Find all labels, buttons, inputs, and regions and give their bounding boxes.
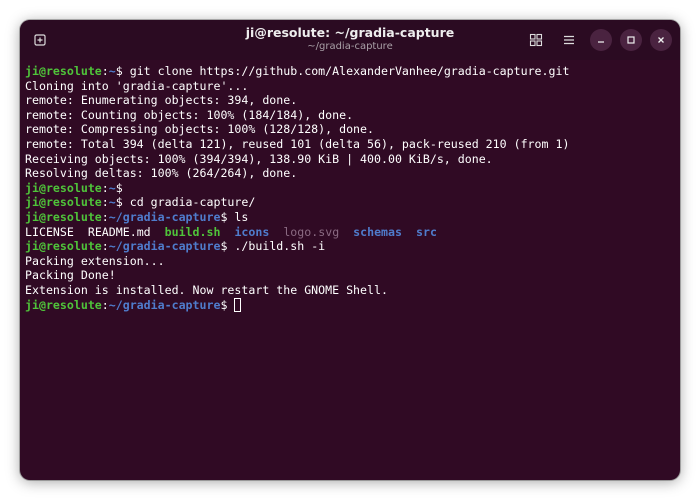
maximize-icon (627, 36, 635, 44)
file-license: LICENSE (25, 224, 74, 239)
prompt-user: ji@resolute (25, 64, 102, 78)
prompt-user: ji@resolute (25, 239, 102, 254)
command-text: ./build.sh -i (227, 239, 326, 254)
prompt-path: ~/gradia-capture (108, 239, 221, 254)
view-button[interactable] (525, 29, 547, 51)
close-icon (658, 37, 664, 43)
dir-icons: icons (234, 224, 270, 239)
output-line: remote: Enumerating objects: 394, done. (25, 93, 298, 108)
prompt-line: ji@resolute:~$ git clone https://github.… (25, 64, 570, 78)
prompt-line: ji@resolute:~/gradia-capture$ ./build.sh… (25, 239, 326, 254)
prompt-line: ji@resolute:~$ (25, 180, 123, 195)
command-text: ls (227, 209, 249, 224)
prompt-user: ji@resolute (25, 297, 102, 312)
prompt-path: ~/gradia-capture (108, 209, 221, 224)
command-text: git clone https://github.com/AlexanderVa… (122, 64, 570, 78)
file-logo: logo.svg (283, 224, 340, 239)
prompt-user: ji@resolute (25, 180, 102, 195)
window-subtitle: ~/gradia-capture (307, 41, 393, 52)
active-prompt-line[interactable]: ji@resolute:~/gradia-capture$ (25, 297, 680, 313)
hamburger-menu-icon (564, 35, 574, 45)
minimize-button[interactable] (590, 29, 612, 51)
header-bar: ji@resolute: ~/gradia-capture ~/gradia-c… (20, 20, 680, 60)
minimize-icon (598, 41, 604, 43)
prompt-user: ji@resolute (25, 195, 102, 210)
output-line: remote: Counting objects: 100% (184/184)… (25, 107, 354, 122)
file-build-script: build.sh (164, 224, 221, 239)
title-area: ji@resolute: ~/gradia-capture ~/gradia-c… (20, 25, 680, 53)
output-line: Packing extension... (25, 253, 165, 268)
prompt-line: ji@resolute:~$ cd gradia-capture/ (25, 195, 256, 210)
command-text: cd gradia-capture/ (122, 195, 256, 210)
file-readme: README.md (87, 224, 151, 239)
output-line: remote: Compressing objects: 100% (128/1… (25, 122, 375, 137)
prompt-line: ji@resolute:~/gradia-capture$ ls (25, 209, 249, 224)
output-line: Extension is installed. Now restart the … (25, 282, 388, 297)
window-title: ji@resolute: ~/gradia-capture (245, 25, 455, 40)
menu-button[interactable] (558, 29, 580, 51)
prompt-path: ~ (108, 195, 116, 210)
output-line: Packing Done! (25, 268, 116, 283)
terminal-window: ji@resolute: ~/gradia-capture ~/gradia-c… (20, 20, 680, 480)
output-line: Receiving objects: 100% (394/394), 138.9… (25, 151, 493, 166)
output-line: Resolving deltas: 100% (264/264), done. (25, 166, 298, 181)
prompt-user: ji@resolute (25, 209, 102, 224)
terminal-cursor (234, 297, 242, 312)
ls-output-line: LICENSE README.md build.sh icons logo.sv… (25, 225, 680, 240)
close-button[interactable] (650, 29, 672, 51)
grid-view-icon (529, 33, 543, 47)
prompt-path: ~ (108, 64, 116, 78)
output-line: Cloning into 'gradia-capture'... (25, 78, 249, 93)
prompt-path: ~/gradia-capture (108, 297, 221, 312)
dir-schemas: schemas (353, 224, 403, 239)
maximize-button[interactable] (620, 29, 642, 51)
terminal-output[interactable]: ji@resolute:~$ git clone https://github.… (25, 64, 680, 480)
output-line: remote: Total 394 (delta 121), reused 10… (25, 136, 570, 151)
prompt-path: ~ (108, 180, 116, 195)
dir-src: src (415, 224, 437, 239)
